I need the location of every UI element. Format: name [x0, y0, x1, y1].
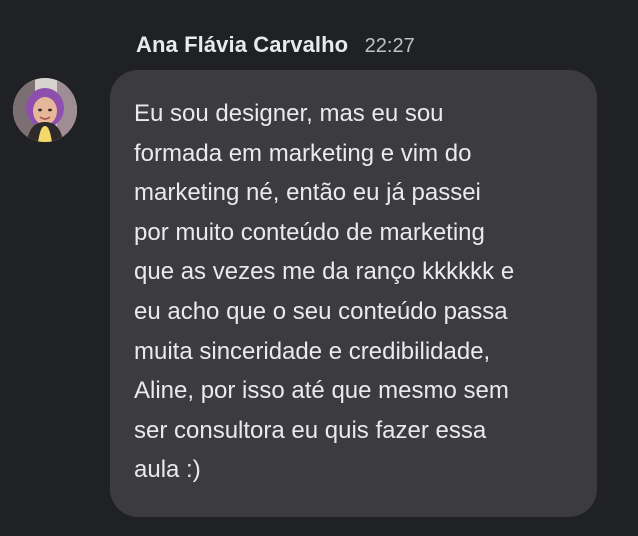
message-bubble[interactable]: Eu sou designer, mas eu sou formada em m… — [110, 70, 597, 517]
message-line: marketing né, então eu já passei — [134, 179, 481, 207]
message-line: formada em marketing e vim do — [134, 139, 472, 167]
message-line: Aline, por isso até que mesmo sem — [134, 377, 509, 405]
sender-name[interactable]: Ana Flávia Carvalho — [136, 32, 348, 57]
avatar-photo — [13, 78, 77, 142]
message-line: Eu sou designer, mas eu sou — [134, 100, 444, 127]
message-line: muita sinceridade e credibilidade, — [134, 337, 491, 365]
message-text: Eu sou designer, mas eu sou formada em m… — [134, 94, 514, 490]
message-line: ser consultora eu quis fazer essa — [134, 416, 487, 444]
chat-message: Ana Flávia Carvalho 22:27 Eu sou designe… — [0, 0, 638, 536]
message-line: aula :) — [134, 456, 201, 484]
message-line: eu acho que o seu conteúdo passa — [134, 297, 508, 325]
message-line: que as vezes me da ranço kkkkkk e — [134, 258, 515, 286]
avatar[interactable] — [13, 78, 77, 142]
message-timestamp: 22:27 — [364, 35, 415, 57]
message-header: Ana Flávia Carvalho 22:27 — [136, 32, 415, 58]
message-line: por muito conteúdo de marketing — [134, 218, 485, 246]
